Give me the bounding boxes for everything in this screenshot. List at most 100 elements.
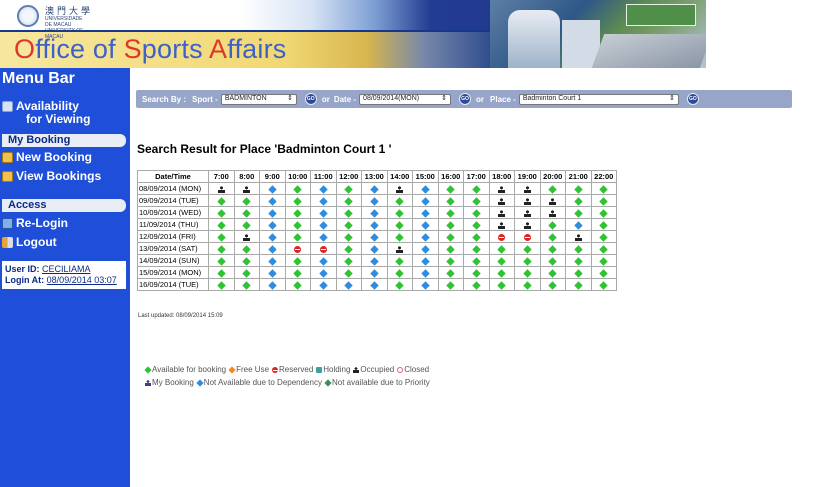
grid-slot[interactable]	[464, 207, 489, 218]
available-icon[interactable]	[217, 220, 226, 230]
grid-slot[interactable]	[234, 195, 259, 206]
grid-slot[interactable]	[464, 243, 489, 254]
grid-slot[interactable]	[464, 231, 489, 242]
grid-slot[interactable]	[566, 243, 591, 254]
grid-slot[interactable]	[540, 231, 565, 242]
grid-slot[interactable]	[515, 255, 540, 266]
available-icon[interactable]	[497, 268, 506, 278]
available-icon[interactable]	[446, 244, 455, 254]
available-icon[interactable]	[217, 196, 226, 206]
grid-slot[interactable]	[566, 255, 591, 266]
available-icon[interactable]	[574, 208, 583, 218]
available-icon[interactable]	[395, 196, 404, 206]
available-icon[interactable]	[293, 184, 302, 194]
grid-slot[interactable]	[489, 243, 514, 254]
available-icon[interactable]	[293, 232, 302, 242]
sidebar-item-new-booking[interactable]: New Booking	[2, 151, 92, 164]
available-icon[interactable]	[293, 196, 302, 206]
available-icon[interactable]	[472, 244, 481, 254]
grid-slot[interactable]	[285, 267, 310, 278]
available-icon[interactable]	[217, 232, 226, 242]
grid-slot[interactable]	[464, 267, 489, 278]
grid-slot[interactable]	[387, 267, 412, 278]
grid-slot[interactable]	[464, 183, 489, 194]
available-icon[interactable]	[344, 268, 353, 278]
grid-slot[interactable]	[566, 195, 591, 206]
available-icon[interactable]	[217, 208, 226, 218]
grid-slot[interactable]	[209, 207, 234, 218]
available-icon[interactable]	[344, 256, 353, 266]
grid-slot[interactable]	[438, 267, 463, 278]
available-icon[interactable]	[293, 280, 302, 290]
grid-slot[interactable]	[464, 195, 489, 206]
grid-slot[interactable]	[285, 255, 310, 266]
grid-slot[interactable]	[285, 183, 310, 194]
sport-go-button[interactable]: GO	[304, 93, 317, 105]
available-icon[interactable]	[446, 280, 455, 290]
grid-slot[interactable]	[285, 195, 310, 206]
available-icon[interactable]	[344, 208, 353, 218]
grid-slot[interactable]	[387, 231, 412, 242]
grid-slot[interactable]	[209, 219, 234, 230]
available-icon[interactable]	[472, 280, 481, 290]
available-icon[interactable]	[395, 268, 404, 278]
grid-slot[interactable]	[438, 219, 463, 230]
grid-slot[interactable]	[336, 231, 361, 242]
grid-slot[interactable]	[438, 243, 463, 254]
grid-slot[interactable]	[515, 243, 540, 254]
grid-slot[interactable]	[591, 255, 616, 266]
available-icon[interactable]	[523, 244, 532, 254]
available-icon[interactable]	[574, 196, 583, 206]
grid-slot[interactable]	[591, 219, 616, 230]
available-icon[interactable]	[446, 208, 455, 218]
grid-slot[interactable]	[285, 207, 310, 218]
available-icon[interactable]	[344, 244, 353, 254]
grid-slot[interactable]	[387, 195, 412, 206]
grid-slot[interactable]	[285, 219, 310, 230]
available-icon[interactable]	[242, 208, 251, 218]
available-icon[interactable]	[599, 196, 608, 206]
grid-slot[interactable]	[387, 279, 412, 290]
available-icon[interactable]	[293, 220, 302, 230]
grid-slot[interactable]	[336, 195, 361, 206]
available-icon[interactable]	[344, 220, 353, 230]
available-icon[interactable]	[574, 268, 583, 278]
grid-slot[interactable]	[591, 195, 616, 206]
available-icon[interactable]	[242, 244, 251, 254]
available-icon[interactable]	[293, 268, 302, 278]
grid-slot[interactable]	[209, 255, 234, 266]
available-icon[interactable]	[217, 268, 226, 278]
grid-slot[interactable]	[464, 279, 489, 290]
available-icon[interactable]	[293, 256, 302, 266]
grid-slot[interactable]	[209, 243, 234, 254]
available-icon[interactable]	[472, 232, 481, 242]
available-icon[interactable]	[395, 208, 404, 218]
grid-slot[interactable]	[591, 231, 616, 242]
available-icon[interactable]	[548, 232, 557, 242]
available-icon[interactable]	[395, 232, 404, 242]
grid-slot[interactable]	[234, 243, 259, 254]
grid-slot[interactable]	[566, 267, 591, 278]
available-icon[interactable]	[395, 280, 404, 290]
available-icon[interactable]	[472, 256, 481, 266]
available-icon[interactable]	[472, 268, 481, 278]
available-icon[interactable]	[472, 220, 481, 230]
date-select[interactable]: 08/09/2014(MON) ⇕	[359, 93, 452, 105]
available-icon[interactable]	[599, 208, 608, 218]
available-icon[interactable]	[242, 220, 251, 230]
available-icon[interactable]	[446, 196, 455, 206]
available-icon[interactable]	[344, 184, 353, 194]
sidebar-item-view-bookings[interactable]: View Bookings	[2, 170, 101, 183]
grid-slot[interactable]	[489, 267, 514, 278]
available-icon[interactable]	[548, 244, 557, 254]
available-icon[interactable]	[497, 280, 506, 290]
available-icon[interactable]	[599, 244, 608, 254]
available-icon[interactable]	[242, 280, 251, 290]
grid-slot[interactable]	[209, 267, 234, 278]
grid-slot[interactable]	[438, 255, 463, 266]
grid-slot[interactable]	[285, 231, 310, 242]
available-icon[interactable]	[599, 184, 608, 194]
available-icon[interactable]	[472, 184, 481, 194]
grid-slot[interactable]	[591, 243, 616, 254]
grid-slot[interactable]	[234, 207, 259, 218]
